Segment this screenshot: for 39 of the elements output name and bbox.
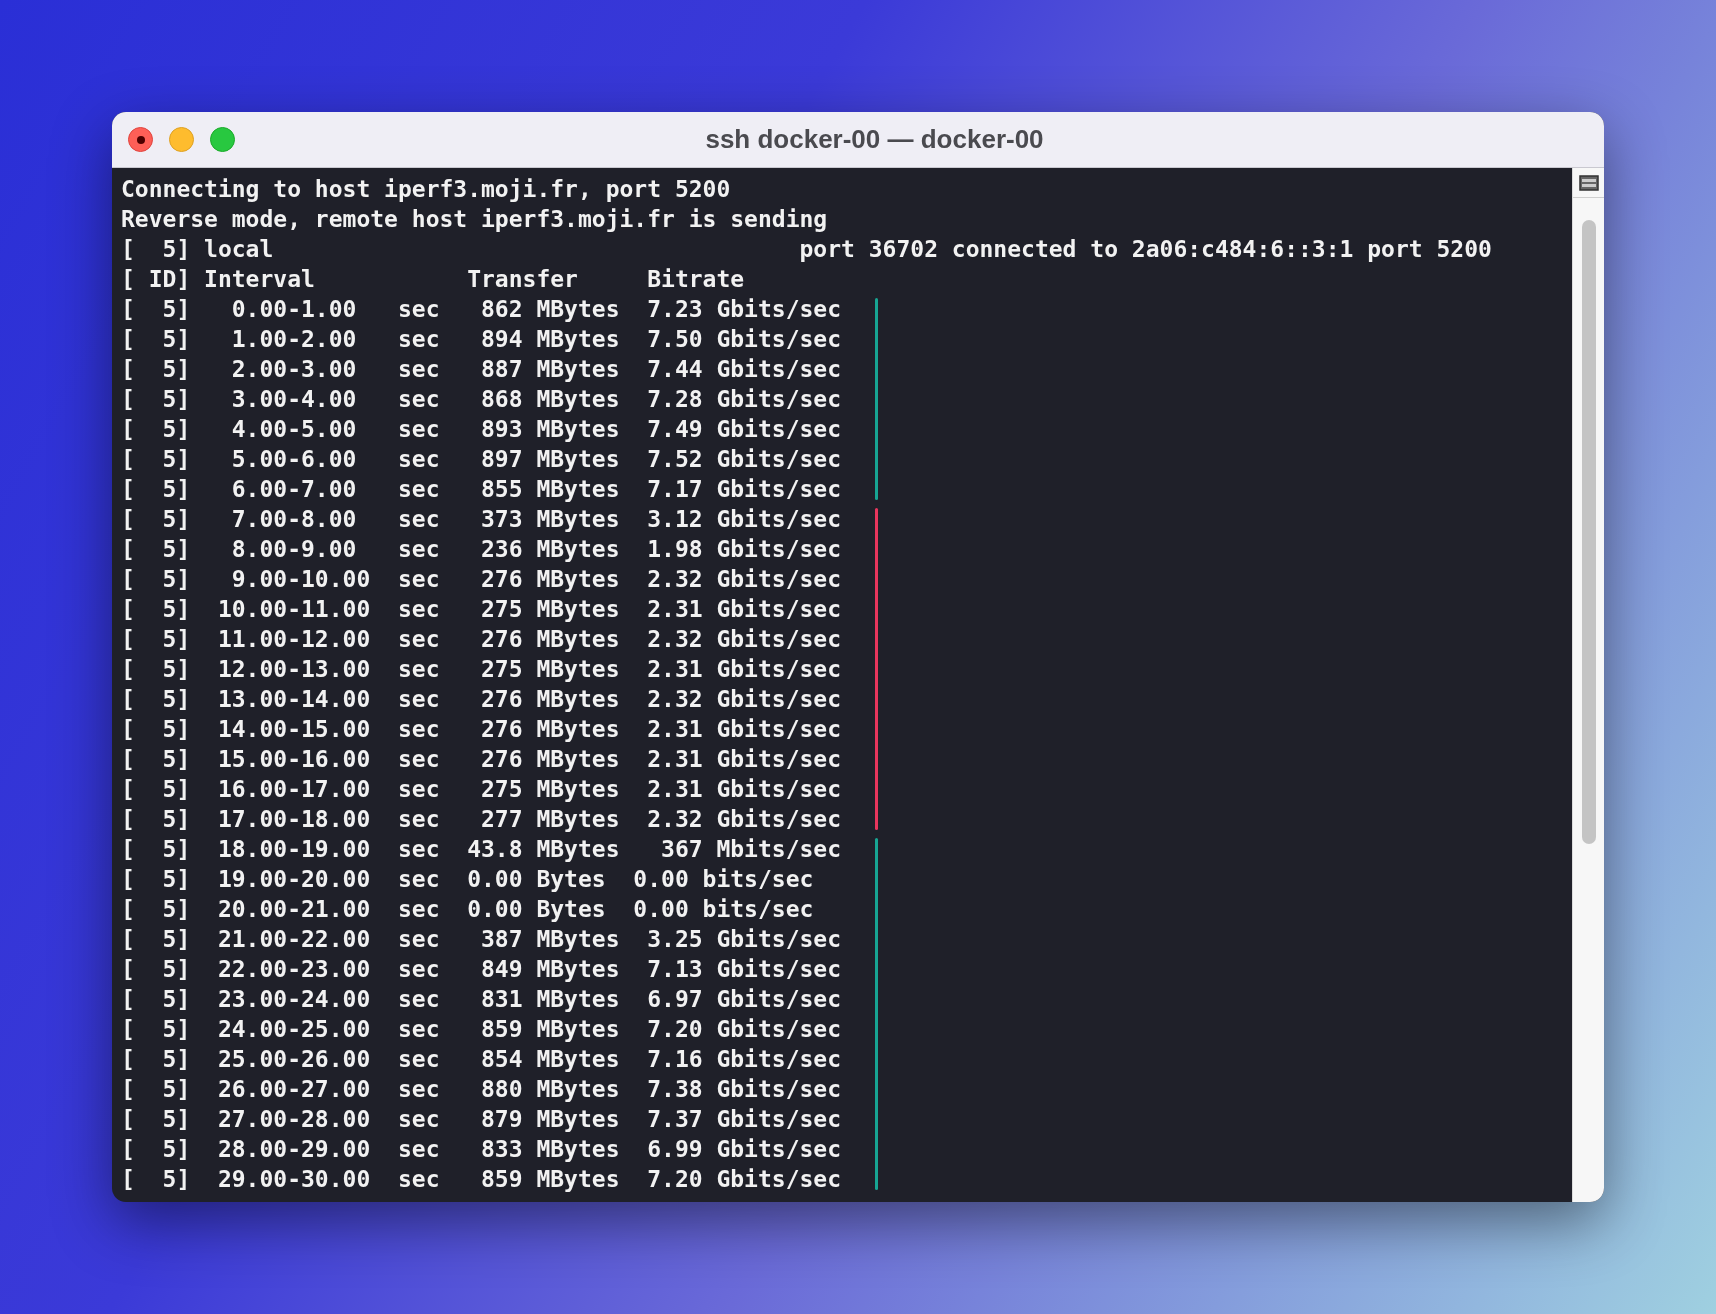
terminal-line: [ 5] 8.00-9.00 sec 236 MBytes 1.98 Gbits/sec	[121, 535, 843, 564]
terminal-line: [ 5] 17.00-18.00 sec 277 MBytes 2.32 Gbits/sec	[121, 805, 843, 834]
terminal-line: [ 5] 10.00-11.00 sec 275 MBytes 2.31 Gbits/sec	[121, 595, 843, 624]
terminal-line: [ 5] 1.00-2.00 sec 894 MBytes 7.50 Gbits/sec	[121, 325, 843, 354]
terminal-line: [ 5] 19.00-20.00 sec 0.00 Bytes 0.00 bits/sec	[121, 865, 815, 894]
terminal-line: [ 5] 26.00-27.00 sec 880 MBytes 7.38 Gbits/sec	[121, 1075, 843, 1104]
terminal-line: [ 5] 6.00-7.00 sec 855 MBytes 7.17 Gbits/sec	[121, 475, 843, 504]
terminal-line: [ 5] 2.00-3.00 sec 887 MBytes 7.44 Gbits/sec	[121, 355, 843, 384]
terminal-line: [ 5] 11.00-12.00 sec 276 MBytes 2.32 Gbits/sec	[121, 625, 843, 654]
terminal-line: [ 5] 28.00-29.00 sec 833 MBytes 6.99 Gbits/sec	[121, 1135, 843, 1164]
terminal-line: [ 5] 12.00-13.00 sec 275 MBytes 2.31 Gbits/sec	[121, 655, 843, 684]
scrollbar-thumb[interactable]	[1581, 220, 1596, 844]
terminal-line: [ 5] 25.00-26.00 sec 854 MBytes 7.16 Gbits/sec	[121, 1045, 843, 1074]
terminal-line: [ 5] 5.00-6.00 sec 897 MBytes 7.52 Gbits/sec	[121, 445, 843, 474]
terminal-line: [ 5] 21.00-22.00 sec 387 MBytes 3.25 Gbits/sec	[121, 925, 843, 954]
terminal-line: [ 5] local port 36702 connected to 2a06:c484:6::3:1 port 5200	[121, 235, 1493, 264]
window-title: ssh docker-00 — docker-00	[705, 123, 1044, 156]
minimize-button[interactable]	[169, 127, 194, 152]
terminal-line: [ 5] 9.00-10.00 sec 276 MBytes 2.32 Gbits/sec	[121, 565, 843, 594]
terminal-line: Connecting to host iperf3.moji.fr, port 5200	[121, 175, 732, 204]
terminal-line: [ 5] 20.00-21.00 sec 0.00 Bytes 0.00 bits/sec	[121, 895, 815, 924]
terminal-line: [ 5] 23.00-24.00 sec 831 MBytes 6.97 Gbits/sec	[121, 985, 843, 1014]
terminal-line: [ 5] 29.00-30.00 sec 859 MBytes 7.20 Gbits/sec	[121, 1165, 843, 1194]
terminal-line: [ 5] 18.00-19.00 sec 43.8 MBytes 367 Mbits/sec	[121, 835, 843, 864]
terminal-line: [ 5] 4.00-5.00 sec 893 MBytes 7.49 Gbits/sec	[121, 415, 843, 444]
terminal-line: [ 5] 24.00-25.00 sec 859 MBytes 7.20 Gbits/sec	[121, 1015, 843, 1044]
close-button[interactable]	[128, 127, 153, 152]
terminal-line: [ 5] 0.00-1.00 sec 862 MBytes 7.23 Gbits/sec	[121, 295, 843, 324]
terminal-line: [ 5] 16.00-17.00 sec 275 MBytes 2.31 Gbits/sec	[121, 775, 843, 804]
terminal-line: [ 5] 7.00-8.00 sec 373 MBytes 3.12 Gbits/sec	[121, 505, 843, 534]
zoom-button[interactable]	[210, 127, 235, 152]
terminal-line: [ 5] 15.00-16.00 sec 276 MBytes 2.31 Gbits/sec	[121, 745, 843, 774]
terminal-line: [ 5] 3.00-4.00 sec 868 MBytes 7.28 Gbits/sec	[121, 385, 843, 414]
terminal-line: [ 5] 27.00-28.00 sec 879 MBytes 7.37 Gbits/sec	[121, 1105, 843, 1134]
terminal-line: [ 5] 22.00-23.00 sec 849 MBytes 7.13 Gbits/sec	[121, 955, 843, 984]
terminal-line: Reverse mode, remote host iperf3.moji.fr is sending	[121, 205, 829, 234]
terminal-line: [ 5] 14.00-15.00 sec 276 MBytes 2.31 Gbits/sec	[121, 715, 843, 744]
terminal-line: [ ID] Interval Transfer Bitrate	[121, 265, 746, 294]
terminal-line: [ 5] 13.00-14.00 sec 276 MBytes 2.32 Gbits/sec	[121, 685, 843, 714]
